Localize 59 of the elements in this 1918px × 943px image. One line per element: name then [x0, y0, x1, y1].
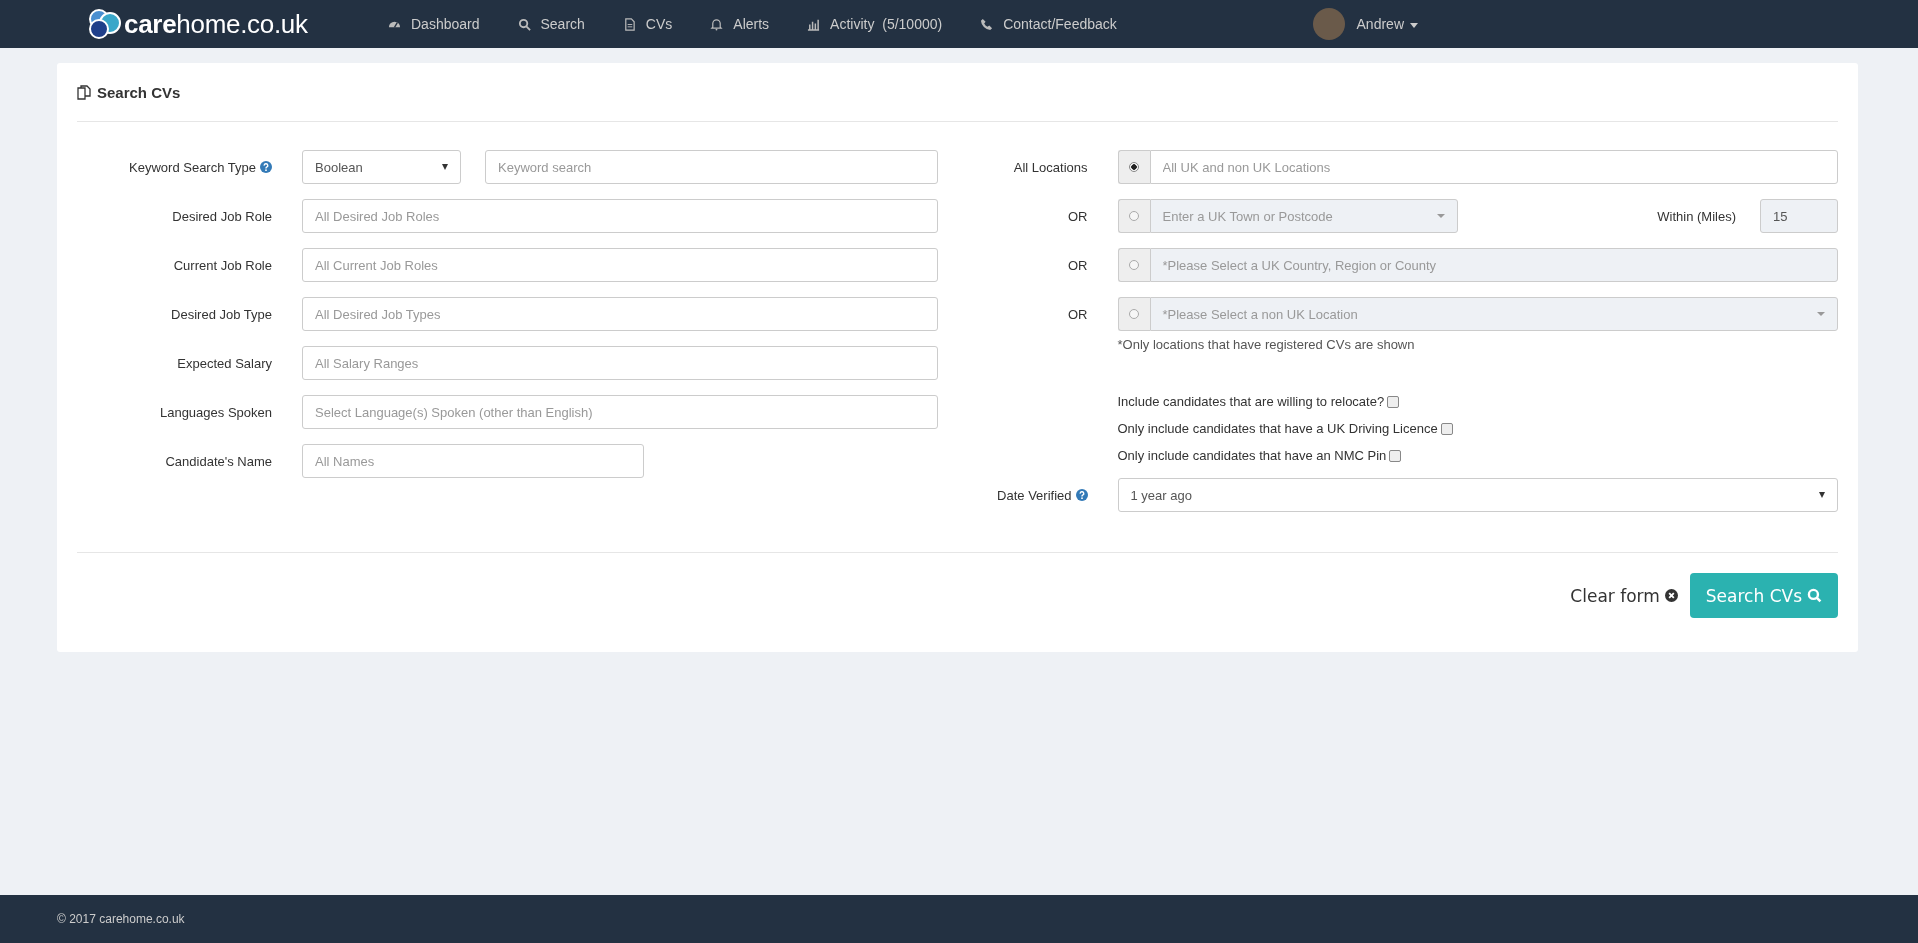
close-icon [1664, 589, 1678, 602]
brand-link[interactable]: carehome.co.uk [124, 8, 308, 40]
search-type-select[interactable]: Boolean [302, 150, 461, 184]
checkbox-label: Include candidates that are willing to relocate? [1117, 394, 1385, 409]
text-input[interactable]: All Desired Job Roles [302, 199, 938, 233]
text-input[interactable]: All Desired Job Types [302, 297, 938, 331]
field-label: Desired Job Role [172, 208, 272, 224]
miles-label: Within (Miles) [1657, 208, 1736, 224]
help-icon[interactable] [1075, 489, 1088, 501]
keyword-input[interactable]: Keyword search [485, 150, 938, 184]
search-icon [517, 17, 531, 31]
dropdown-arrow-icon [1817, 312, 1825, 316]
checkbox-label: Only include candidates that have an NMC Pin [1117, 448, 1387, 463]
checkbox[interactable] [1387, 395, 1400, 408]
copyright-text: © 2017 carehome.co.uk [57, 912, 185, 926]
nav-link[interactable]: CVs [622, 16, 673, 32]
checkbox[interactable] [1440, 422, 1453, 435]
copy-icon [77, 84, 91, 100]
field-label: Desired Job Type [171, 306, 272, 322]
document-icon [622, 17, 636, 31]
field-label: Keyword Search Type [129, 159, 256, 175]
logo-circles-icon [88, 9, 122, 39]
dropdown-arrow-icon [442, 164, 448, 170]
date-verified-select[interactable]: 1 year ago [1117, 478, 1838, 512]
field-label: OR [1068, 306, 1088, 322]
caret-icon [1410, 23, 1418, 28]
nav-link[interactable]: Search [517, 16, 585, 32]
bar-chart-icon [807, 17, 821, 31]
clear-form-link[interactable]: Clear form [1570, 585, 1678, 606]
bell-icon [710, 17, 724, 31]
nav-link[interactable]: Contact/Feedback [980, 16, 1117, 32]
field-label: Candidate's Name [165, 453, 272, 469]
field-label: Date Verified [997, 487, 1072, 503]
radio-button[interactable] [1129, 162, 1139, 172]
nav-link[interactable]: Activity (5/10000) [807, 16, 943, 32]
text-input[interactable]: All Salary Ranges [302, 346, 938, 380]
nav-link[interactable]: Alerts [710, 16, 770, 32]
search-icon [1807, 588, 1822, 603]
phone-icon [980, 17, 994, 31]
location-input[interactable]: All UK and non UK Locations [1149, 150, 1838, 184]
user-menu[interactable]: Andrew [1356, 16, 1418, 32]
field-label: All Locations [1013, 159, 1088, 175]
panel-title: Search CVs [97, 83, 181, 101]
field-label: Languages Spoken [159, 404, 272, 420]
dropdown-arrow-icon [1436, 214, 1445, 218]
field-label: OR [1068, 257, 1088, 273]
avatar[interactable] [1312, 8, 1345, 40]
field-label: Expected Salary [177, 355, 272, 371]
text-input[interactable]: Select Language(s) Spoken (other than English) [302, 395, 938, 429]
field-label: Current Job Role [173, 257, 272, 273]
dropdown-arrow-icon [1819, 492, 1825, 498]
text-input[interactable]: All Names [302, 444, 644, 478]
nav-link[interactable]: Dashboard [388, 16, 480, 32]
checkbox-label: Only include candidates that have a UK Driving Licence [1117, 421, 1438, 436]
text-input[interactable]: All Current Job Roles [302, 248, 938, 282]
help-icon[interactable] [260, 161, 272, 173]
locations-note: *Only locations that have registered CVs are shown [1117, 337, 1415, 352]
field-label: OR [1068, 208, 1088, 224]
checkbox[interactable] [1389, 449, 1402, 462]
